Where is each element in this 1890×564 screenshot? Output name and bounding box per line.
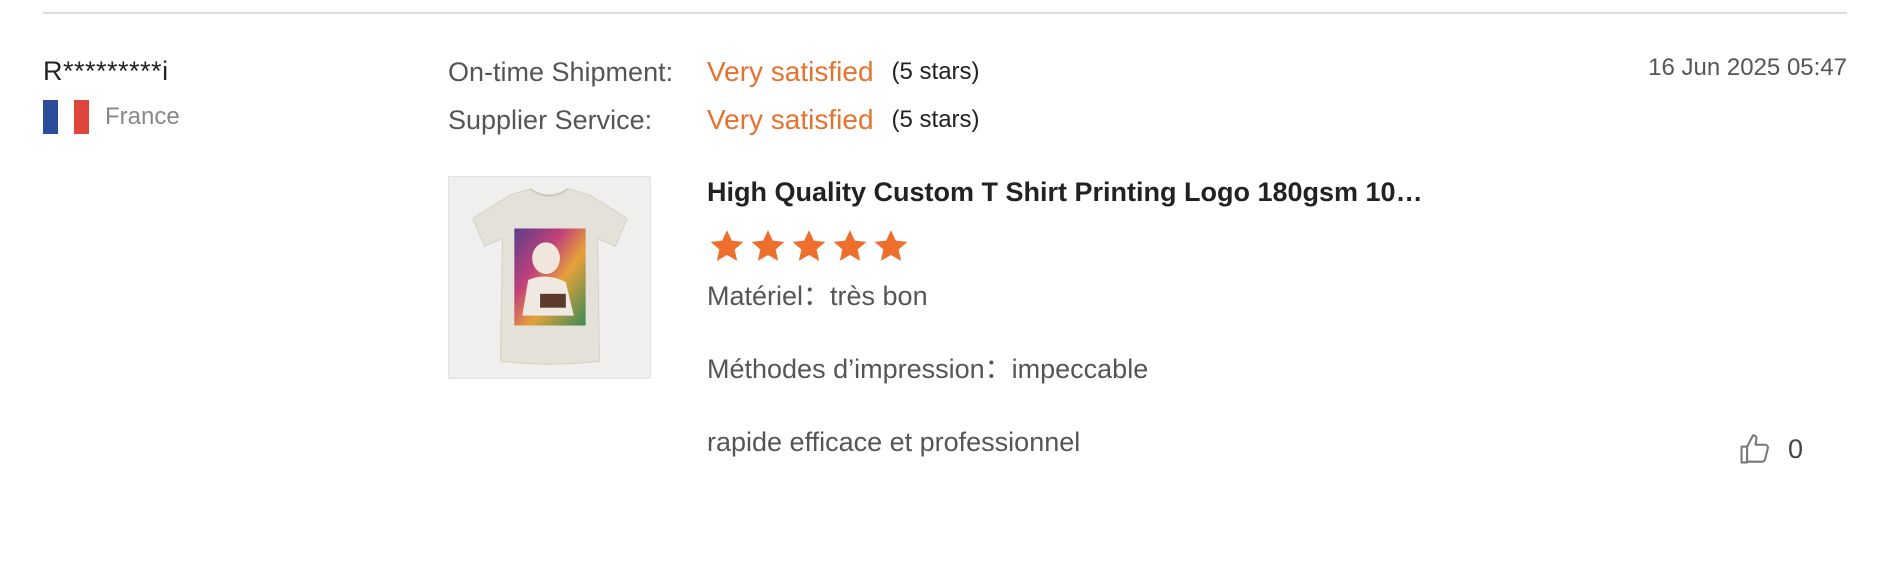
- rating-row-shipment: On-time Shipment: Very satisfied (5 star…: [448, 52, 980, 92]
- review-attribute-key: Matériel：: [707, 281, 831, 311]
- reviewer-name: R*********i: [43, 56, 169, 86]
- supplier-ratings: On-time Shipment: Very satisfied (5 star…: [448, 52, 980, 148]
- like-count: 0: [1788, 433, 1804, 464]
- review-attribute-material: Matériel：très bon: [707, 276, 1827, 316]
- rating-stars-text: (5 stars): [891, 106, 980, 133]
- star-icon: [710, 230, 744, 261]
- like-button[interactable]: 0: [1736, 430, 1803, 468]
- review-attribute-value: très bon: [830, 281, 928, 311]
- france-flag-icon: [43, 100, 89, 134]
- product-rating-stars: [707, 226, 1827, 266]
- rating-value: Very satisfied: [707, 104, 874, 135]
- reviewer-country: France: [43, 100, 180, 134]
- star-icon: [874, 230, 908, 261]
- rating-stars-text: (5 stars): [891, 58, 980, 85]
- rating-row-service: Supplier Service: Very satisfied (5 star…: [448, 100, 980, 140]
- star-icon: [792, 230, 826, 261]
- top-divider: [43, 12, 1847, 14]
- product-title-link[interactable]: High Quality Custom T Shirt Printing Log…: [707, 172, 1827, 212]
- review-date: 16 Jun 2025 05:47: [1648, 54, 1847, 81]
- review-body: High Quality Custom T Shirt Printing Log…: [707, 172, 1827, 462]
- review-comment: rapide efficace et professionnel: [707, 422, 1827, 462]
- country-name: France: [105, 103, 180, 130]
- reviewer-info: R*********i France: [43, 52, 180, 134]
- star-icon: [751, 230, 785, 261]
- rating-label: Supplier Service:: [448, 104, 653, 135]
- tshirt-product-image[interactable]: [448, 176, 651, 379]
- star-icon: [833, 230, 867, 261]
- review-attribute-key: Méthodes d’impression：: [707, 354, 1012, 384]
- rating-value: Very satisfied: [707, 56, 874, 87]
- review-attribute-value: impeccable: [1011, 354, 1149, 384]
- rating-label: On-time Shipment:: [448, 56, 674, 87]
- review-attribute-printing: Méthodes d’impression：impeccable: [707, 349, 1827, 389]
- thumbs-up-icon: [1740, 434, 1769, 464]
- review-comment-text: rapide efficace et professionnel: [707, 427, 1081, 457]
